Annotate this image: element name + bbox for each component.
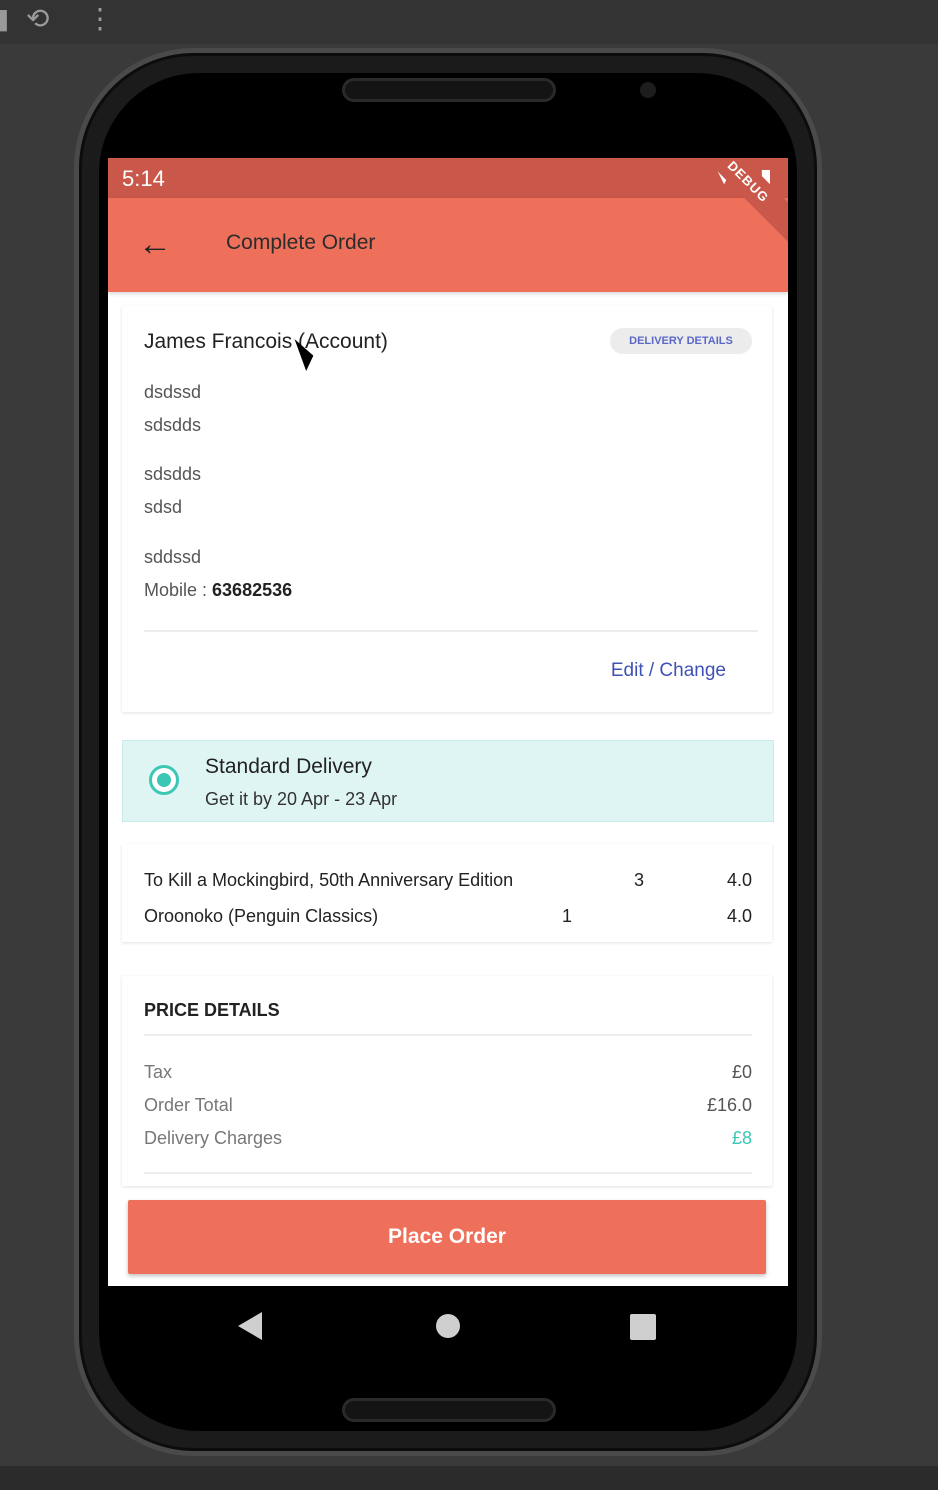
app-screen: 5:14 ▼◢▮ ← Complete Order DEBUG James Fr… [108,158,788,1286]
list-item: Oroonoko (Penguin Classics) 1 4.0 [122,906,772,936]
status-bar: 5:14 ▼◢▮ [108,158,788,198]
delivery-details-chip[interactable]: DELIVERY DETAILS [610,328,752,354]
earpiece-speaker [342,78,556,102]
mobile-label: Mobile : [144,580,213,600]
price-value: £8 [731,1128,752,1148]
delivery-option-standard[interactable]: Standard Delivery Get it by 20 Apr - 23 … [122,740,774,822]
place-order-button[interactable]: Place Order [128,1200,766,1274]
address-line: sddssd [144,547,202,567]
item-price: 4.0 [726,870,752,890]
address-line: sdsdds [144,464,202,484]
nav-home-icon[interactable] [436,1314,460,1338]
front-camera [640,82,656,98]
radio-dot [157,773,171,787]
price-details-header: PRICE DETAILS [144,1000,280,1020]
mobile-row: Mobile : 63682536 [144,580,292,601]
item-qty: 3 [634,870,645,890]
customer-name: James Francois (Account) [144,330,388,353]
divider [144,630,758,632]
price-row-delivery: Delivery Charges £8 [144,1128,752,1154]
price-row-tax: Tax £0 [144,1062,752,1088]
list-item: To Kill a Mockingbird, 50th Anniversary … [122,870,772,900]
address-line: dsdssd [144,382,202,402]
address-line: sdsdds [144,415,202,435]
price-label: Order Total [144,1095,233,1115]
rotate-icon[interactable]: ⟲ [26,2,49,36]
price-value: £16.0 [706,1095,752,1115]
price-label: Delivery Charges [144,1128,283,1148]
nav-back-icon[interactable] [238,1312,262,1340]
price-value: £0 [731,1062,752,1082]
price-details-card: PRICE DETAILS Tax £0 Order Total £16.0 D… [122,976,772,1186]
item-qty: 1 [562,906,573,926]
order-items-card: To Kill a Mockingbird, 50th Anniversary … [122,844,772,942]
toolbar-edge-icon[interactable]: ▮ [0,2,9,36]
bottom-speaker [342,1398,556,1422]
app-bar: ← Complete Order [108,198,788,292]
nav-recents-icon[interactable] [630,1314,656,1340]
item-price: 4.0 [726,906,752,926]
item-name: Oroonoko (Penguin Classics) [144,906,379,926]
page-title: Complete Order [226,231,376,254]
back-arrow-icon[interactable]: ← [138,224,172,264]
edit-change-link[interactable]: Edit / Change [611,660,726,682]
divider [144,1172,752,1174]
more-vert-icon[interactable]: ⋮ [86,2,114,36]
address-line: sdsd [144,497,183,517]
price-row-order-total: Order Total £16.0 [144,1095,752,1121]
price-label: Tax [144,1062,173,1082]
radio-selected-icon[interactable] [149,765,179,795]
emulator-footer [0,1466,938,1490]
delivery-title: Standard Delivery [205,755,372,778]
mobile-number: 63682536 [212,580,293,600]
divider [144,1034,752,1036]
delivery-eta: Get it by 20 Apr - 23 Apr [205,789,398,809]
status-time: 5:14 [122,166,165,191]
address-card: James Francois (Account) DELIVERY DETAIL… [122,306,772,712]
item-name: To Kill a Mockingbird, 50th Anniversary … [144,870,514,890]
emulator-toolbar: ▮ ⟲ ⋮ [0,0,938,44]
